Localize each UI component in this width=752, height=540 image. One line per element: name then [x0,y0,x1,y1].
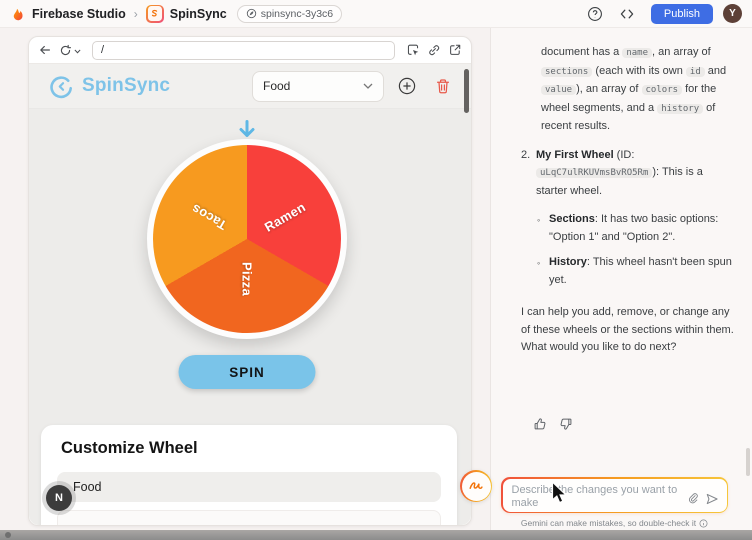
inline-code: value [541,85,576,95]
customize-wheel-card: Customize Wheel Food N [41,425,457,525]
list-marker: 2. [521,147,536,201]
url-input[interactable] [92,41,395,60]
wheel-ring: Ramen Pizza Tacos [147,139,347,339]
message-feedback [533,417,573,431]
app-header: SpinSync Food [29,64,471,109]
wheel-segment-label: Pizza [240,262,255,296]
breadcrumb-app-name[interactable]: SpinSync [170,7,227,21]
breadcrumb-chevron-icon: › [134,7,138,21]
section-name-input-partial[interactable] [57,510,441,525]
chat-scrollbar[interactable] [746,448,750,476]
gemini-agent-icon[interactable] [460,470,492,502]
add-wheel-button[interactable] [398,77,416,95]
user-avatar[interactable]: Y [723,4,742,23]
wheel-select-value: Food [263,79,290,93]
chat-input-area: Gemini can make mistakes, so double-chec… [501,477,728,528]
firebase-flame-icon [10,6,25,22]
send-icon[interactable] [705,492,719,506]
chat-block-numbered: 2.My First Wheel (ID: uLqC7ulRKUVmsBvRO5… [521,147,734,201]
list-marker: ◦ [537,212,549,247]
spinsync-app-icon [146,5,164,23]
gemini-chat-panel: document has a name, an array of section… [490,28,752,530]
chat-block-bullet: ◦History: This wheel hasn't been spun ye… [537,254,734,289]
wheel-select[interactable]: Food [252,71,384,102]
chat-block-bullet: ◦Sections: It has two basic options: "Op… [537,211,734,246]
attach-icon[interactable] [687,492,699,505]
chat-block-continuation: document has a name, an array of section… [541,44,734,136]
open-in-new-icon[interactable] [448,43,462,57]
publish-button[interactable]: Publish [651,4,713,24]
inspect-icon[interactable] [406,43,420,57]
brand-title[interactable]: Firebase Studio [32,7,126,21]
inline-code: colors [642,85,683,95]
back-icon[interactable] [38,43,52,57]
chat-messages: document has a name, an array of section… [491,34,742,434]
bottom-strip [0,530,752,540]
section-name-value: Food [73,480,102,494]
workspace-badge[interactable]: spinsync-3y3c6 [237,5,342,23]
customize-heading: Customize Wheel [57,439,441,458]
app-title: SpinSync [82,75,170,97]
chat-block-paragraph: I can help you add, remove, or change an… [521,304,734,357]
list-marker: ◦ [537,255,549,290]
section-name-input[interactable]: Food [57,472,441,502]
code-icon[interactable] [619,6,635,22]
delete-wheel-button[interactable] [435,78,451,94]
preview-toolbar [29,37,471,64]
app-viewport: SpinSync Food Ra [29,64,471,525]
preview-scrollbar[interactable] [464,69,469,113]
firebase-studio-window: Firebase Studio › SpinSync spinsync-3y3c… [0,0,752,540]
thumbs-down-icon[interactable] [559,417,573,431]
gemini-disclaimer: Gemini can make mistakes, so double-chec… [501,518,728,528]
wheel[interactable]: Ramen Pizza Tacos [153,145,341,333]
inline-code: uLqC7ulRKUVmsBvRO5Rm [536,168,652,178]
spin-button[interactable]: SPIN [179,355,316,389]
thumbs-up-icon[interactable] [533,417,547,431]
workspace-icon [246,8,257,19]
inline-code: sections [541,67,592,77]
info-icon[interactable] [699,519,708,528]
inline-code: name [622,48,652,58]
help-icon[interactable] [587,6,603,22]
link-icon[interactable] [427,43,441,57]
inline-code: history [657,104,703,114]
inline-code: id [686,67,705,77]
chevron-down-icon [363,83,373,89]
top-bar: Firebase Studio › SpinSync spinsync-3y3c… [0,0,752,28]
chat-input-border [501,477,728,513]
collaborator-cursor-badge: N [46,485,72,511]
spinsync-logo-icon [49,74,74,99]
strip-dot [5,532,11,538]
app-preview-panel: SpinSync Food Ra [28,36,472,526]
wheel-segment-label: Ramen [262,199,308,234]
wheel-segment-label: Tacos [189,201,230,233]
workspace-badge-label: spinsync-3y3c6 [261,8,333,20]
refresh-icon[interactable] [59,44,81,57]
disclaimer-text: Gemini can make mistakes, so double-chec… [521,518,696,528]
